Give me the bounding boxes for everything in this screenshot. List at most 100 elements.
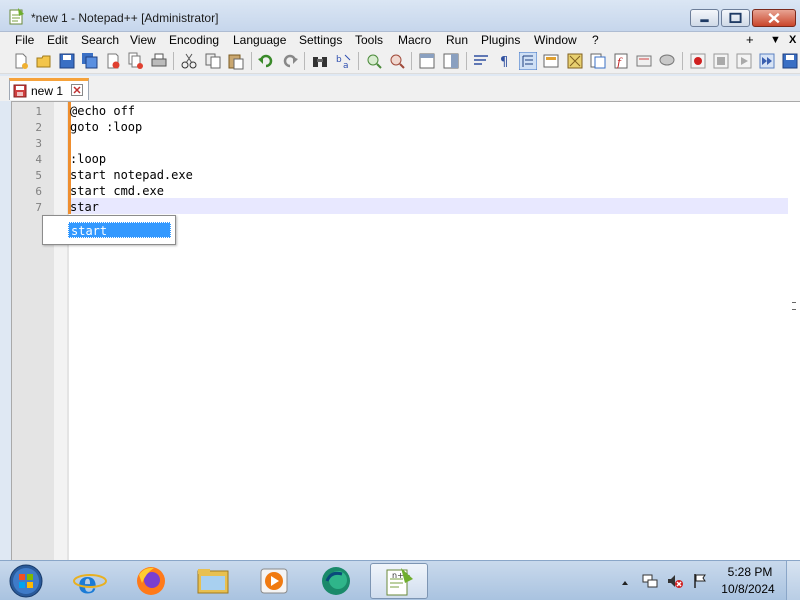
tab-list-dropdown[interactable]: ▼ [770,34,781,46]
sync-horizontal-icon[interactable] [442,52,460,70]
code-line[interactable]: start cmd.exe [70,184,164,198]
svg-text:e: e [78,566,97,599]
menu-settings[interactable]: Settings [299,33,342,47]
toolbar-separator [466,52,467,70]
menu-view[interactable]: View [130,33,156,47]
action-center-flag-icon[interactable] [692,573,708,589]
autocomplete-item-selected[interactable]: start [68,222,171,238]
menu-plugins[interactable]: Plugins [481,33,520,47]
svg-text:a: a [343,61,349,70]
indent-guide-icon[interactable] [519,52,537,70]
code-line[interactable]: @echo off [70,104,135,118]
line-number: 6 [35,185,42,198]
close-icon[interactable] [104,52,122,70]
autocomplete-popup: start [42,215,176,245]
menu-file[interactable]: File [15,33,34,47]
play-macro-icon[interactable] [735,52,753,70]
zoom-in-icon[interactable] [365,52,383,70]
current-line-highlight [71,198,789,214]
undo-icon[interactable] [257,52,275,70]
function-list-icon[interactable] [589,52,607,70]
replace-icon[interactable]: ba [335,52,353,70]
code-line[interactable]: goto :loop [70,120,142,134]
firefox-icon[interactable] [124,563,178,599]
title-bar[interactable]: *new 1 - Notepad++ [Administrator] [0,0,800,32]
tab-bar: new 1 [0,76,800,101]
comment-icon[interactable] [658,52,676,70]
cut-icon[interactable] [180,52,198,70]
menu-tools[interactable]: Tools [355,33,383,47]
folder-workspace-icon[interactable]: f [612,52,630,70]
new-icon[interactable] [12,52,30,70]
start-orb-icon[interactable] [7,563,45,599]
editor-pane[interactable]: 1 2 3 4 5 6 7 @echo off goto :loop :loop… [11,101,800,560]
close-all-icon[interactable] [127,52,145,70]
toolbar: ba ¶ f [0,49,800,74]
new-tab-plus[interactable]: + [746,32,754,47]
copy-icon[interactable] [204,52,222,70]
save-macro-icon[interactable] [781,52,799,70]
tab-new-1[interactable]: new 1 [9,78,89,100]
save-icon[interactable] [58,52,76,70]
line-number: 5 [35,169,42,182]
close-button[interactable] [752,9,796,27]
menu-search[interactable]: Search [81,33,119,47]
line-number: 4 [35,153,42,166]
code-line[interactable]: start notepad.exe [70,168,193,182]
line-number: 2 [35,121,42,134]
run-macro-multiple-icon[interactable] [758,52,776,70]
print-icon[interactable] [150,52,168,70]
line-number: 1 [35,105,42,118]
minimize-icon [700,19,709,23]
close-doc-x[interactable]: X [789,34,796,46]
find-icon[interactable] [311,52,329,70]
paste-icon[interactable] [227,52,245,70]
file-explorer-icon[interactable] [186,563,240,599]
menu-bar: File Edit Search View Encoding Language … [0,32,800,49]
code-line[interactable]: :loop [70,152,106,166]
record-macro-icon[interactable] [689,52,707,70]
toolbar-separator [304,52,305,70]
save-red-icon [13,84,27,98]
word-wrap-icon[interactable] [472,52,490,70]
taskbar-notepadpp[interactable]: n++ [370,563,428,599]
show-hidden-icons-icon[interactable] [620,574,630,590]
fold-margin[interactable] [54,102,67,560]
toolbar-separator [251,52,252,70]
save-all-icon[interactable] [81,52,99,70]
network-icon[interactable] [642,573,658,589]
show-desktop-button[interactable] [786,561,800,600]
internet-explorer-icon[interactable]: e [63,563,117,599]
menu-run[interactable]: Run [446,33,468,47]
maximize-button[interactable] [721,9,750,27]
clock-date[interactable]: 10/8/2024 [716,582,780,596]
show-all-chars-icon[interactable]: ¶ [496,52,514,70]
clock-time[interactable]: 5:28 PM [720,565,780,579]
toolbar-separator [682,52,683,70]
line-number: 3 [35,137,42,150]
open-icon[interactable] [35,52,53,70]
media-player-icon[interactable] [247,563,301,599]
minimize-button[interactable] [690,9,719,27]
notepadpp-icon: n++ [386,568,413,596]
menu-macro[interactable]: Macro [398,33,431,47]
menu-edit[interactable]: Edit [47,33,68,47]
close-icon[interactable] [71,84,83,96]
menu-encoding[interactable]: Encoding [169,33,219,47]
menu-language[interactable]: Language [233,33,286,47]
vertical-scrollbar[interactable] [788,102,800,560]
code-line[interactable]: star [70,200,99,214]
zoom-out-icon[interactable] [388,52,406,70]
monitoring-icon[interactable] [635,52,653,70]
edge-icon[interactable] [309,563,363,599]
udl-icon[interactable] [542,52,560,70]
taskbar: e n++ [0,560,800,600]
doc-map-icon[interactable] [566,52,584,70]
volume-muted-icon[interactable] [667,573,683,589]
redo-icon[interactable] [281,52,299,70]
scroll-grip[interactable] [792,302,796,310]
sync-vertical-icon[interactable] [418,52,436,70]
menu-help[interactable]: ? [592,33,599,47]
menu-window[interactable]: Window [534,33,577,47]
stop-macro-icon[interactable] [712,52,730,70]
